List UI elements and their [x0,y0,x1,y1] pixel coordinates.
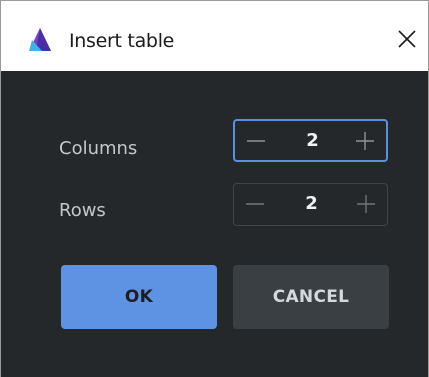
columns-label: Columns [59,138,138,159]
columns-stepper[interactable]: 2 [233,119,388,162]
app-logo-icon [27,27,53,53]
insert-table-dialog: Insert table Columns 2 Rows 2 OK CANCEL [0,0,429,377]
columns-value[interactable]: 2 [295,121,330,160]
close-icon [398,30,416,48]
ok-button[interactable]: OK [61,265,217,329]
columns-increment-button[interactable] [344,121,386,160]
cancel-button[interactable]: CANCEL [233,265,389,329]
minus-icon [246,203,264,205]
close-button[interactable] [385,17,429,61]
rows-stepper[interactable]: 2 [233,183,388,226]
rows-label: Rows [59,200,106,221]
rows-increment-button[interactable] [345,184,387,225]
rows-decrement-button[interactable] [234,184,276,225]
dialog-title: Insert table [69,30,175,52]
minus-icon [247,140,265,142]
rows-value[interactable]: 2 [294,184,329,225]
title-bar: Insert table [1,1,428,71]
plus-icon [356,132,374,150]
plus-icon [357,195,375,213]
dialog-body: Columns 2 Rows 2 OK CANCEL [1,71,428,377]
columns-decrement-button[interactable] [235,121,277,160]
